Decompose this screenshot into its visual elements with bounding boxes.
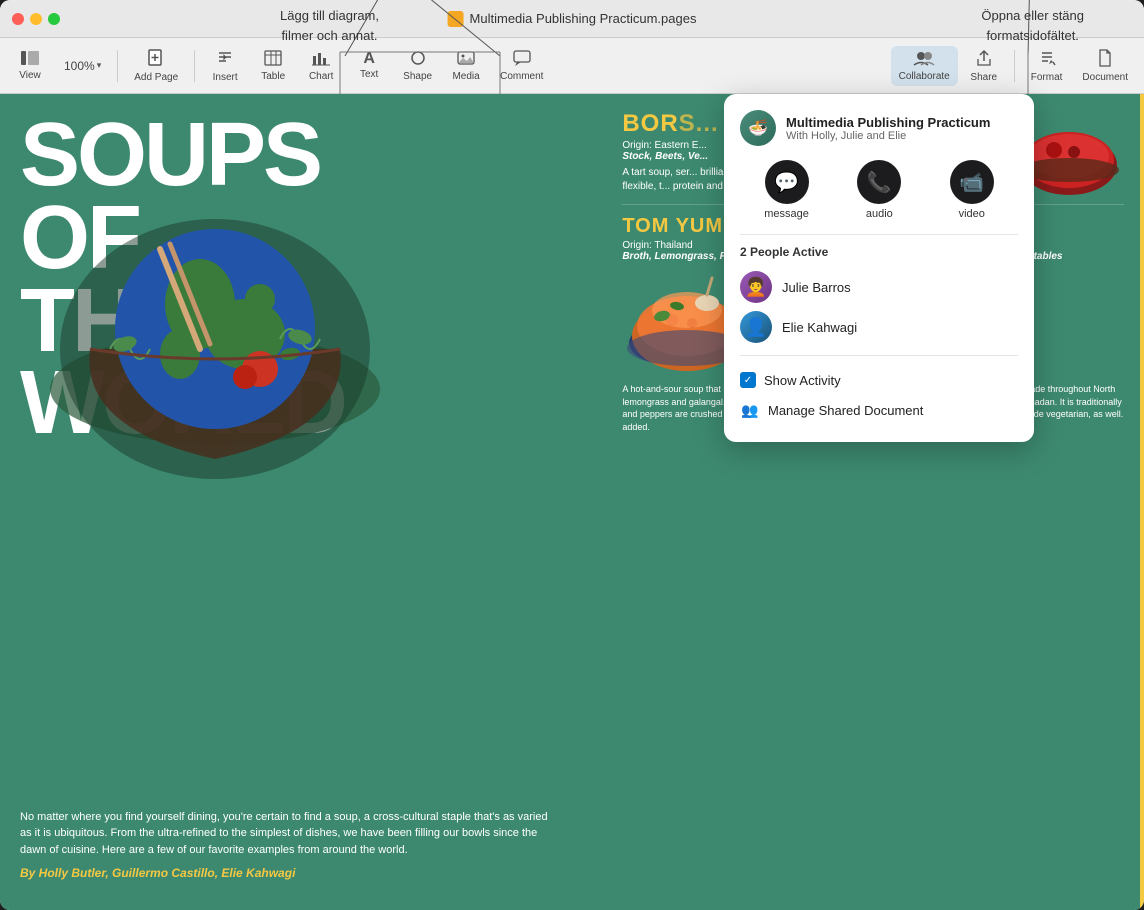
- toolbar-separator: [117, 50, 118, 82]
- pages-icon: [448, 11, 464, 27]
- collaborate-button[interactable]: Collaborate: [891, 46, 958, 86]
- video-icon: 📹: [950, 160, 994, 204]
- chart-icon: [312, 50, 330, 69]
- maximize-button[interactable]: [48, 13, 60, 25]
- comment-button[interactable]: Comment: [492, 46, 551, 86]
- titlebar: Multimedia Publishing Practicum.pages: [0, 0, 1144, 38]
- insert-button[interactable]: Insert: [203, 45, 247, 87]
- julie-avatar: 🧑‍🦱: [740, 271, 772, 303]
- document-icon: [1098, 49, 1112, 70]
- collab-header: 🍜 Multimedia Publishing Practicum With H…: [740, 110, 1018, 146]
- window-title: Multimedia Publishing Practicum.pages: [448, 11, 697, 27]
- manage-shared-row[interactable]: 👥 Manage Shared Document: [740, 394, 1018, 426]
- table-icon: [264, 50, 282, 69]
- view-icon: [21, 50, 39, 68]
- show-activity-row[interactable]: ✓ Show Activity: [740, 366, 1018, 394]
- insert-icon: [216, 49, 234, 70]
- collaborate-icon: [913, 50, 935, 69]
- minimize-button[interactable]: [30, 13, 42, 25]
- video-button[interactable]: 📹 video: [950, 160, 994, 220]
- text-button[interactable]: A Text: [347, 47, 391, 84]
- shape-button[interactable]: Shape: [395, 46, 440, 86]
- add-page-button[interactable]: Add Page: [126, 45, 186, 87]
- media-icon: [457, 50, 475, 69]
- zoom-button[interactable]: 100% ▾: [56, 55, 109, 77]
- message-icon: 💬: [765, 160, 809, 204]
- traffic-lights: [12, 13, 60, 25]
- collab-divider: [740, 234, 1018, 235]
- person-elie: 👤 Elie Kahwagi: [740, 307, 1018, 347]
- close-button[interactable]: [12, 13, 24, 25]
- text-icon: A: [363, 51, 375, 67]
- elie-avatar: 👤: [740, 311, 772, 343]
- collab-actions: 💬 message 📞 audio 📹 video: [740, 160, 1018, 220]
- add-page-icon: [147, 49, 165, 70]
- app-window: Multimedia Publishing Practicum.pages Lä…: [0, 0, 1144, 910]
- view-button[interactable]: View: [8, 46, 52, 85]
- audio-icon: 📞: [857, 160, 901, 204]
- document-button[interactable]: Document: [1074, 45, 1136, 87]
- bottom-description: No matter where you find yourself dining…: [20, 809, 554, 881]
- toolbar: View 100% ▾ Add Page: [0, 38, 1144, 94]
- collab-divider-2: [740, 355, 1018, 356]
- audio-button[interactable]: 📞 audio: [857, 160, 901, 220]
- media-button[interactable]: Media: [444, 46, 488, 86]
- comment-icon: [513, 50, 531, 69]
- shape-icon: [409, 50, 427, 69]
- toolbar-separator-3: [1014, 50, 1015, 82]
- share-icon: [976, 49, 992, 70]
- message-button[interactable]: 💬 message: [764, 160, 809, 220]
- format-button[interactable]: Format: [1023, 45, 1071, 87]
- manage-shared-icon: 👥: [740, 400, 760, 420]
- bowl-illustration: [30, 149, 400, 489]
- toolbar-separator-2: [194, 50, 195, 82]
- person-julie: 🧑‍🦱 Julie Barros: [740, 267, 1018, 307]
- format-icon: [1038, 49, 1056, 70]
- collab-doc-icon: 🍜: [740, 110, 776, 146]
- chart-button[interactable]: Chart: [299, 46, 343, 86]
- show-activity-checkbox[interactable]: ✓: [740, 372, 756, 388]
- table-button[interactable]: Table: [251, 46, 295, 86]
- collaboration-popup: 🍜 Multimedia Publishing Practicum With H…: [724, 94, 1034, 442]
- share-button[interactable]: Share: [962, 45, 1006, 87]
